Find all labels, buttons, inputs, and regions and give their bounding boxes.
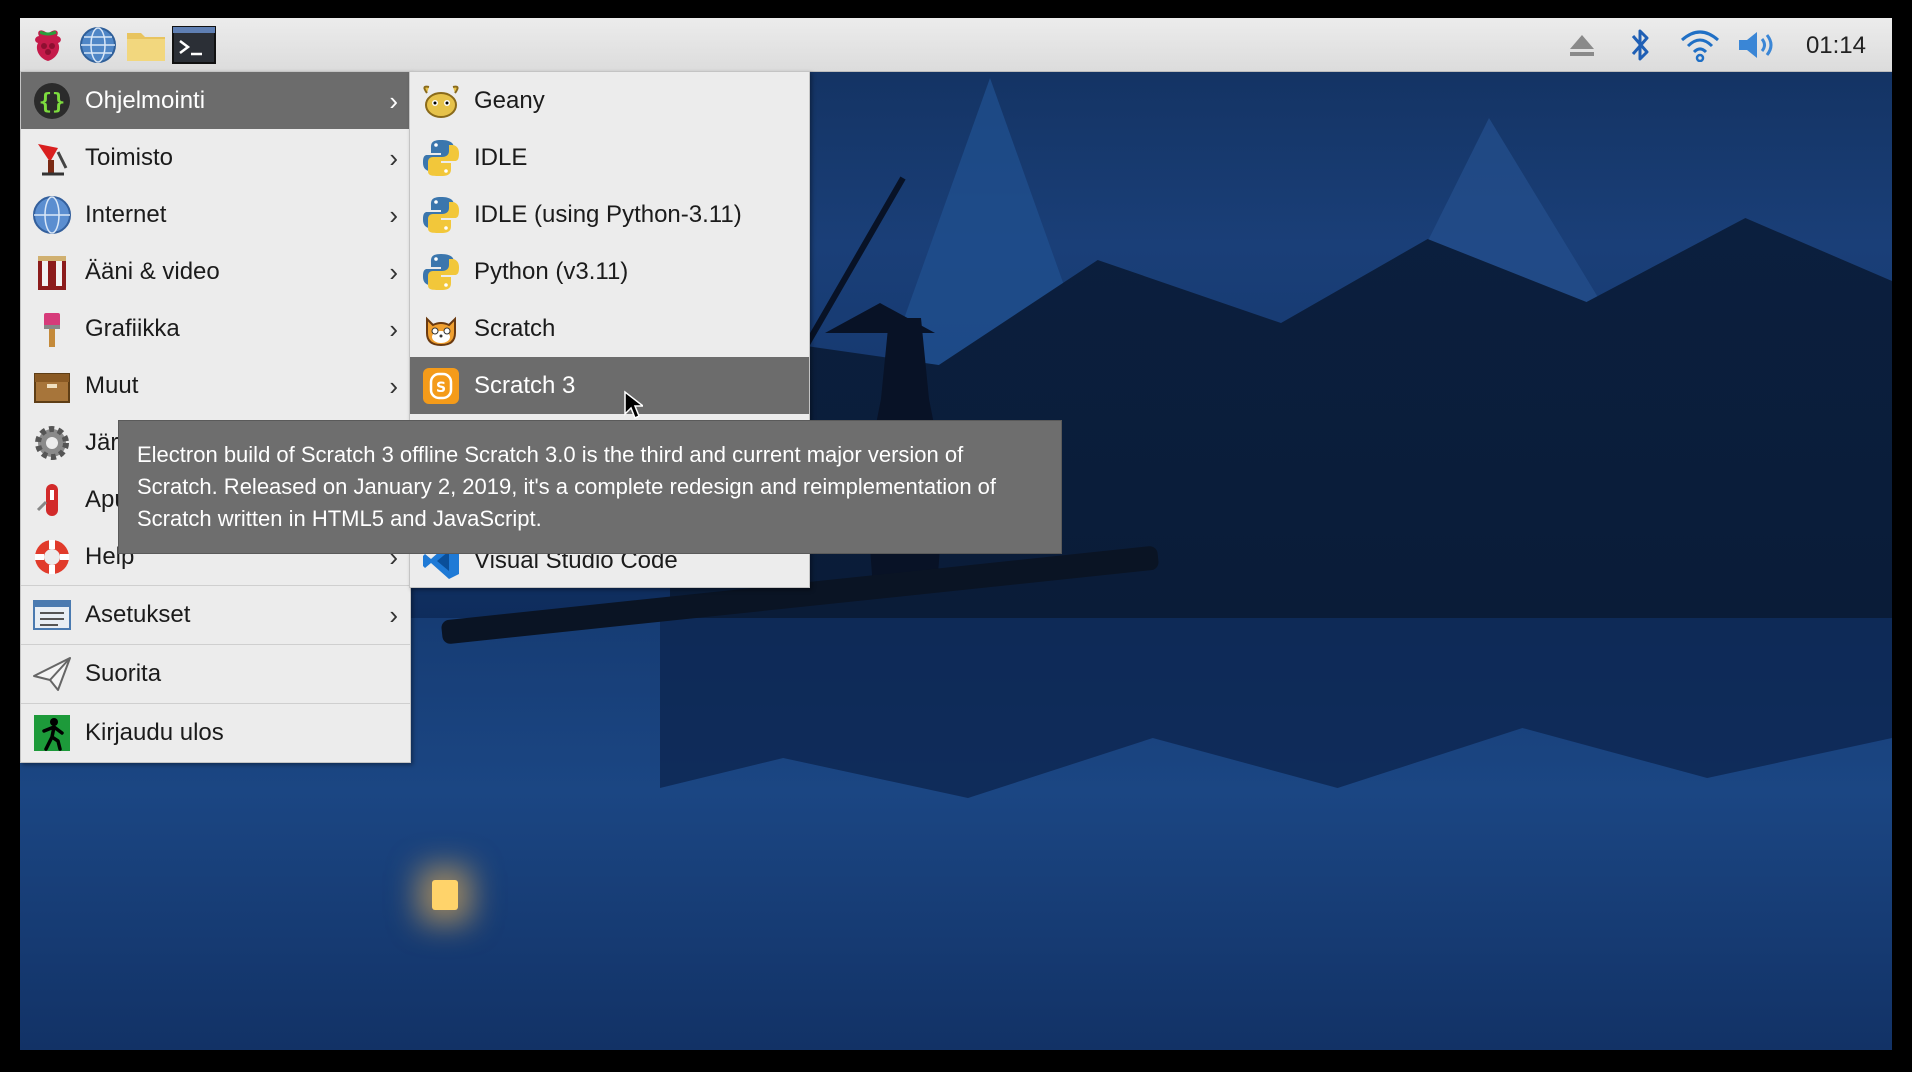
menu-item-label: Internet xyxy=(85,200,167,228)
chevron-right-icon: › xyxy=(389,143,398,173)
raspberry-icon xyxy=(35,30,61,61)
app-idle[interactable]: IDLE xyxy=(410,129,809,186)
tooltip-line: Scratch written in HTML5 and JavaScript. xyxy=(137,506,542,531)
taskbar: 01:14 xyxy=(20,18,1892,72)
python-icon xyxy=(418,249,464,295)
gear-icon xyxy=(29,420,75,466)
eject-icon xyxy=(1570,35,1594,56)
chevron-right-icon: › xyxy=(389,600,398,630)
clock[interactable]: 01:14 xyxy=(1806,32,1866,60)
toolkit-icon xyxy=(29,477,75,523)
paper-plane-icon xyxy=(29,651,75,697)
exit-icon xyxy=(29,710,75,756)
menu-item-other[interactable]: Muut › xyxy=(21,357,410,414)
geany-icon xyxy=(418,78,464,124)
menu-item-label: Grafiikka xyxy=(85,314,180,342)
eject-button[interactable] xyxy=(1564,26,1600,64)
app-python[interactable]: Python (v3.11) xyxy=(410,243,809,300)
desktop: 01:14 {} Ohjelmointi › Toimisto › Intern… xyxy=(20,18,1892,1050)
tooltip-line: Electron build of Scratch 3 offline Scra… xyxy=(137,442,964,467)
menu-item-label: Ääni & video xyxy=(85,257,220,285)
chevron-right-icon: › xyxy=(389,200,398,230)
menu-item-graphics[interactable]: Grafiikka › xyxy=(21,300,410,357)
bluetooth-icon xyxy=(1631,29,1649,61)
chevron-right-icon: › xyxy=(389,86,398,116)
terminal-button[interactable] xyxy=(172,24,216,66)
python-icon xyxy=(418,135,464,181)
app-label: Scratch xyxy=(474,314,556,342)
menu-item-label: Suorita xyxy=(85,660,162,687)
braces-icon: {} xyxy=(29,78,75,124)
wifi-icon xyxy=(1681,30,1719,62)
globe-icon xyxy=(29,192,75,238)
file-manager-button[interactable] xyxy=(124,24,168,66)
box-icon xyxy=(29,363,75,409)
menu-item-programming[interactable]: {} Ohjelmointi › xyxy=(21,72,410,129)
menu-item-label: Toimisto xyxy=(85,143,174,171)
scratch3-icon: S xyxy=(418,363,464,409)
app-label: IDLE (using Python-3.11) xyxy=(474,200,742,228)
volume-icon xyxy=(1739,32,1773,58)
svg-text:{}: {} xyxy=(39,90,66,115)
app-label: Scratch 3 xyxy=(474,371,576,399)
volume-button[interactable] xyxy=(1736,26,1780,64)
app-label: Python (v3.11) xyxy=(474,257,629,285)
chevron-right-icon: › xyxy=(389,314,398,344)
menu-item-label: Asetukset xyxy=(85,601,191,628)
paintbrush-icon xyxy=(29,306,75,352)
menu-item-internet[interactable]: Internet › xyxy=(21,186,410,243)
scratch-cat-icon xyxy=(418,306,464,352)
tooltip: Electron build of Scratch 3 offline Scra… xyxy=(118,420,1062,554)
menu-item-office[interactable]: Toimisto › xyxy=(21,129,410,186)
bluetooth-button[interactable] xyxy=(1624,26,1656,64)
terminal-icon xyxy=(172,26,216,64)
wifi-button[interactable] xyxy=(1678,26,1722,64)
app-scratch-3[interactable]: S Scratch 3 xyxy=(410,357,809,414)
lifebuoy-icon xyxy=(29,534,75,580)
app-label: IDLE xyxy=(474,143,528,171)
globe-icon xyxy=(80,27,116,63)
mouse-cursor-icon xyxy=(624,390,643,420)
folder-icon xyxy=(127,33,165,61)
menu-item-preferences[interactable]: Asetukset › xyxy=(21,585,410,644)
menu-item-label: Kirjaudu ulos xyxy=(85,719,224,746)
app-label: Geany xyxy=(474,86,545,114)
menu-item-run[interactable]: Suorita xyxy=(21,644,410,703)
web-browser-button[interactable] xyxy=(76,24,120,66)
menu-item-sound-video[interactable]: Ääni & video › xyxy=(21,243,410,300)
menu-item-label: Muut xyxy=(85,371,139,399)
raspberry-menu-button[interactable] xyxy=(26,24,70,66)
menu-item-logout[interactable]: Kirjaudu ulos xyxy=(21,703,410,762)
applications-menu: {} Ohjelmointi › Toimisto › Internet › Ä… xyxy=(20,71,411,763)
app-geany[interactable]: Geany xyxy=(410,72,809,129)
tooltip-line: Scratch. Released on January 2, 2019, it… xyxy=(137,474,997,499)
chevron-right-icon: › xyxy=(389,371,398,401)
svg-text:S: S xyxy=(436,380,446,396)
settings-icon xyxy=(29,592,75,638)
media-icon xyxy=(29,249,75,295)
menu-item-label: Jär xyxy=(85,428,119,456)
app-idle-python-3-11[interactable]: IDLE (using Python-3.11) xyxy=(410,186,809,243)
app-scratch[interactable]: Scratch xyxy=(410,300,809,357)
office-icon xyxy=(29,135,75,181)
chevron-right-icon: › xyxy=(389,257,398,287)
menu-item-label: Ohjelmointi xyxy=(85,86,206,114)
python-icon xyxy=(418,192,464,238)
